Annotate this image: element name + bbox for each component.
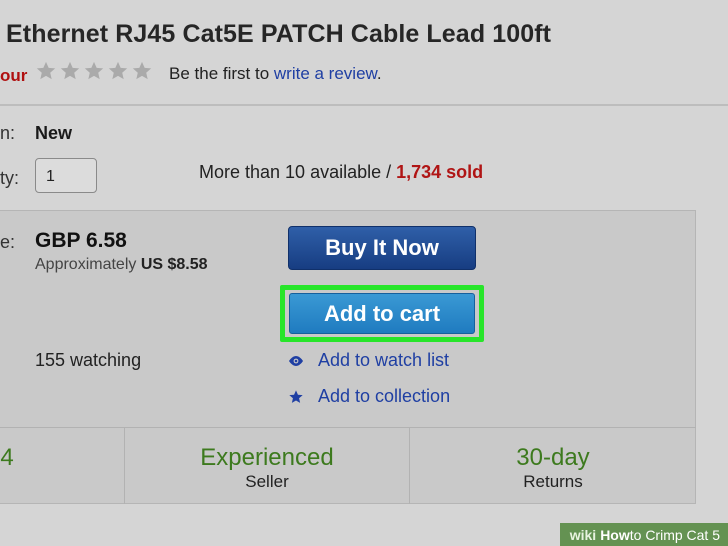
star-icon [288,389,304,405]
approx-prefix: Approximately [35,256,141,273]
wiki-logo: wiki [569,526,597,543]
availability: More than 10 available / 1,734 sold [199,162,483,183]
quantity-label: ty: [0,168,20,188]
stat-item: 4 [0,444,14,472]
watch-list-label[interactable]: Add to watch list [318,350,449,371]
review-prompt: Be the first to write a review. [169,64,382,84]
stat-item: Experienced Seller [125,444,409,492]
stat-caption: Seller [245,472,289,491]
price: GBP 6.58 [35,229,127,252]
add-to-watch-list-link[interactable]: Add to watch list [288,350,449,371]
star-icon[interactable] [107,60,129,82]
stat-caption: Returns [523,472,583,491]
caption-rest: to Crimp Cat 5 [629,526,720,543]
product-title: Ethernet RJ45 Cat5E PATCH Cable Lead 100… [6,20,552,48]
rating-stars[interactable] [35,60,153,82]
caption-how: How [600,526,630,543]
approx-price: Approximately US $8.58 [35,256,208,274]
available-text: More than 10 available / [199,162,397,182]
watermark-caption: wiki How to Crimp Cat 5 [559,523,728,546]
add-to-cart-button[interactable]: Add to cart [289,293,475,334]
quantity-input[interactable]: 1 [35,158,97,193]
review-prefix: Be the first to [169,64,274,83]
review-suffix: . [376,64,382,83]
buy-it-now-button[interactable]: Buy It Now [288,226,476,270]
condition-label: n: [0,123,16,143]
write-review-link[interactable]: write a review [274,64,377,83]
eye-icon [288,355,304,367]
collection-label[interactable]: Add to collection [318,386,450,407]
divider [0,104,728,106]
stat-value: Experienced [200,444,334,471]
star-icon[interactable] [83,60,105,82]
red-text-fragment: our [0,66,28,85]
stat-value: 30-day [516,444,590,471]
add-to-collection-link[interactable]: Add to collection [288,386,450,407]
stat-item: 30-day Returns [410,444,696,492]
condition-value: New [35,123,73,143]
watching-count: 155 watching [35,350,142,370]
stats-divider [0,427,696,428]
price-label: e: [0,232,16,252]
star-icon[interactable] [35,60,57,82]
approx-value: US $8.58 [140,256,208,273]
sold-count: 1,734 sold [396,162,484,182]
star-icon[interactable] [59,60,81,82]
star-icon[interactable] [131,60,153,82]
stat-value: 4 [0,444,14,471]
